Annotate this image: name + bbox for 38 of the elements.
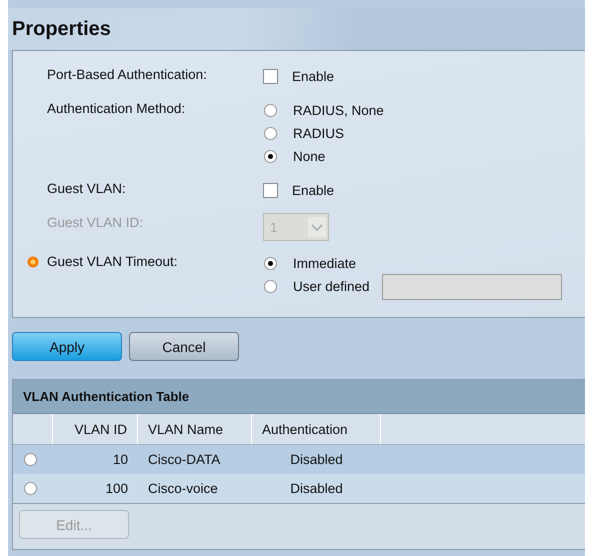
- radio-button[interactable]: [24, 453, 37, 466]
- radio-button[interactable]: [264, 280, 277, 293]
- option-label: RADIUS: [293, 126, 344, 141]
- table-cell: Cisco-voice: [148, 481, 218, 496]
- checkbox[interactable]: [263, 183, 278, 198]
- column-header: VLAN Name: [138, 414, 252, 444]
- radio-button[interactable]: [264, 257, 277, 270]
- option-label: RADIUS, None: [293, 103, 384, 118]
- table-cell: Cisco-DATA: [148, 452, 220, 467]
- option-label: Enable: [292, 183, 334, 198]
- option-label: User defined: [293, 279, 370, 294]
- option-label: None: [293, 149, 326, 164]
- option-label: Enable: [292, 69, 334, 84]
- caret-icon: [308, 217, 326, 237]
- radio-button[interactable]: [24, 482, 37, 495]
- radio-button[interactable]: [264, 150, 277, 163]
- table-title: VLAN Authentication Table: [23, 389, 190, 404]
- table-cell: Disabled: [290, 481, 343, 496]
- column-header: Authentication: [252, 414, 381, 444]
- required-icon: [27, 256, 39, 268]
- option-label: Immediate: [293, 256, 356, 271]
- input-field[interactable]: [382, 274, 562, 300]
- table-cell: Disabled: [290, 452, 343, 467]
- checkbox[interactable]: [263, 69, 278, 84]
- radio-button[interactable]: [264, 127, 277, 140]
- page-title: Properties: [12, 18, 111, 40]
- table-cell: 100: [105, 481, 128, 496]
- radio-button[interactable]: [264, 104, 277, 117]
- field-label: Guest VLAN ID:: [47, 214, 144, 232]
- field-label: Guest VLAN:: [47, 180, 126, 198]
- action-button[interactable]: Cancel: [129, 332, 239, 361]
- table-cell: 10: [112, 452, 128, 467]
- table-row[interactable]: 100 Cisco-voice Disabled: [13, 474, 585, 503]
- column-header: VLAN ID: [53, 414, 138, 444]
- field-label: Authentication Method:: [47, 100, 186, 118]
- field-label: Guest VLAN Timeout:: [47, 253, 178, 271]
- action-button[interactable]: Apply: [12, 332, 122, 361]
- field-label: Port-Based Authentication:: [47, 66, 207, 84]
